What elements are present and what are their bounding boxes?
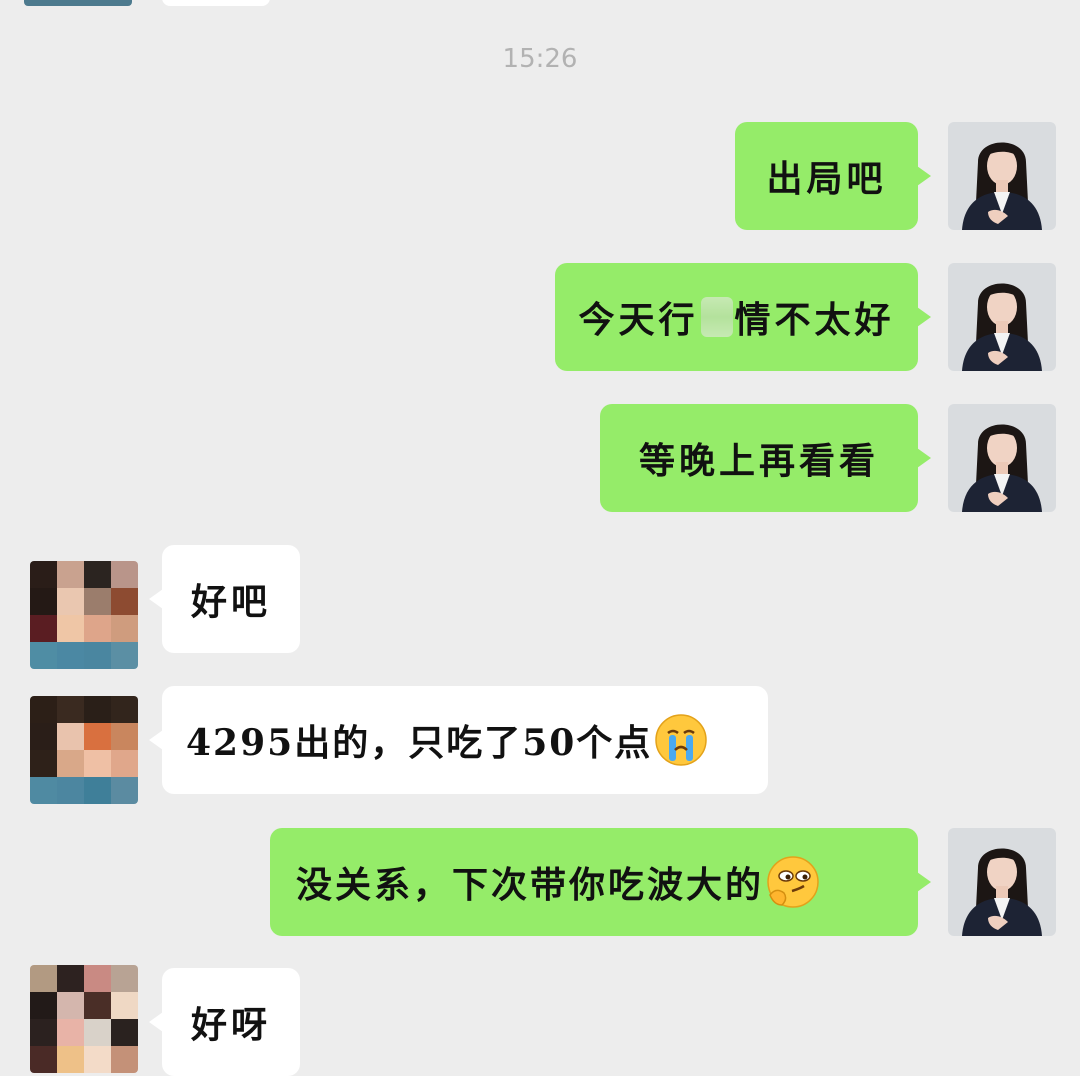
message-bubble-mine[interactable]: 等晚上再看看 — [600, 404, 931, 512]
chat-timestamp: 15:26 — [502, 44, 578, 74]
message-text: 没关系，下次带你吃波大的 — [296, 864, 765, 906]
my-avatar[interactable] — [948, 404, 1056, 512]
contact-avatar-pixelated[interactable] — [30, 696, 138, 804]
contact-avatar-pixelated[interactable] — [30, 965, 138, 1073]
my-avatar[interactable] — [948, 122, 1056, 230]
message-bubble-mine[interactable]: 出局吧 — [735, 122, 931, 230]
message-bubble-theirs[interactable]: 好吧 — [149, 545, 300, 653]
my-avatar[interactable] — [948, 828, 1056, 936]
smirking-thinking-face-icon — [767, 856, 819, 908]
message-text: 好呀 — [190, 1004, 271, 1046]
message-text: 今天行 — [578, 299, 699, 341]
message-bubble-mine[interactable]: 没关系，下次带你吃波大的 — [270, 828, 931, 936]
message-text: 等晚上再看看 — [638, 440, 879, 482]
message-bubble-mine[interactable]: 今天行 情不太好 — [555, 263, 931, 371]
message-bubble-theirs[interactable]: 4295出的，只吃了50个点 — [149, 686, 768, 794]
my-avatar[interactable] — [948, 263, 1056, 371]
message-bubble-theirs[interactable]: 好呀 — [149, 968, 300, 1076]
blurred-character — [700, 297, 733, 337]
partial-bubble-top — [162, 0, 270, 6]
message-text: 出局吧 — [766, 158, 887, 200]
contact-avatar-pixelated[interactable] — [30, 561, 138, 669]
message-text: 好吧 — [190, 581, 271, 623]
message-text: 情不太好 — [734, 299, 895, 341]
crying-face-icon — [655, 714, 708, 766]
partial-avatar-top — [24, 0, 132, 6]
message-text: 4295出的，只吃了50个点 — [186, 722, 653, 764]
